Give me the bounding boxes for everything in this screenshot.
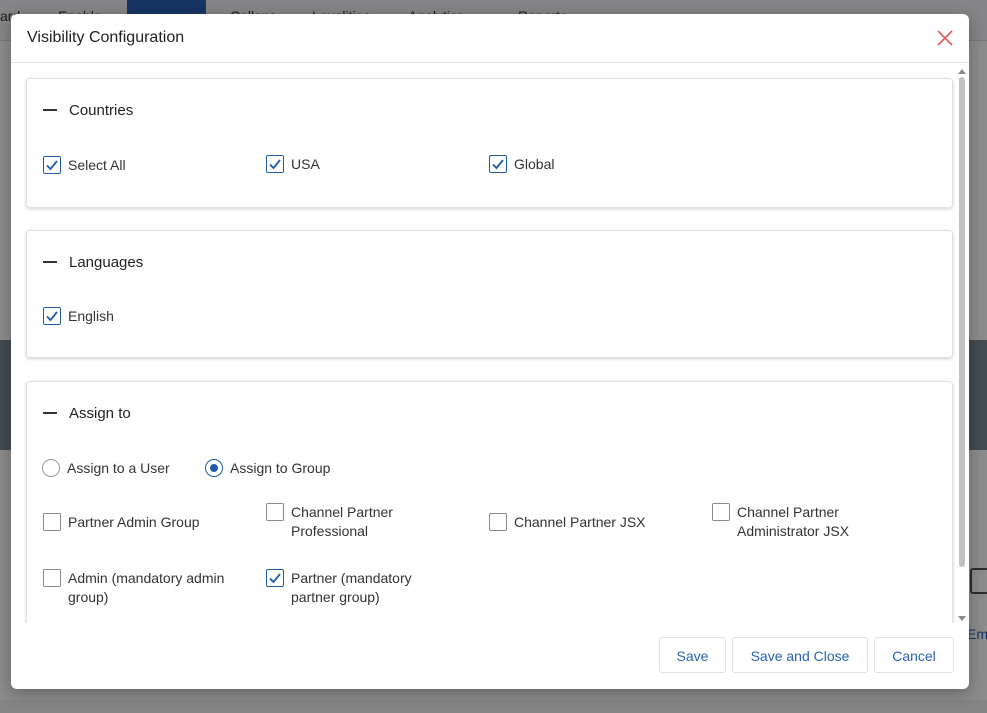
checkbox-checked-icon[interactable] bbox=[489, 155, 507, 173]
scroll-up-arrow-icon[interactable] bbox=[958, 69, 966, 74]
countries-panel: Countries Select All USA Global bbox=[26, 78, 953, 208]
checkbox-channel-partner-jsx[interactable]: Channel Partner JSX bbox=[489, 513, 646, 532]
checkbox-select-all[interactable]: Select All bbox=[43, 156, 126, 175]
checkbox-label: Select All bbox=[68, 157, 126, 173]
radio-assign-to-group[interactable]: Assign to Group bbox=[205, 459, 330, 477]
checkbox-checked-icon[interactable] bbox=[266, 155, 284, 173]
languages-panel: Languages English bbox=[26, 230, 953, 358]
checkbox-channel-partner-administrator-jsx[interactable]: Channel Partner Administrator JSX bbox=[712, 503, 912, 541]
collapse-icon[interactable] bbox=[43, 412, 57, 414]
checkbox-label: Channel Partner Professional bbox=[291, 504, 393, 539]
scroll-thumb[interactable] bbox=[959, 77, 965, 567]
checkbox-label: English bbox=[68, 308, 114, 324]
radio-icon[interactable] bbox=[42, 459, 60, 477]
assign-to-panel: Assign to Assign to a User Assign to Gro… bbox=[26, 381, 953, 623]
countries-title: Countries bbox=[69, 101, 134, 119]
collapse-icon[interactable] bbox=[43, 261, 57, 263]
checkbox-channel-partner-professional[interactable]: Channel Partner Professional bbox=[266, 503, 456, 541]
checkbox-global[interactable]: Global bbox=[489, 155, 554, 174]
dialog-header: Visibility Configuration bbox=[11, 14, 969, 63]
assign-to-header[interactable]: Assign to bbox=[43, 403, 131, 423]
dialog-title: Visibility Configuration bbox=[27, 29, 185, 46]
checkbox-unchecked-icon[interactable] bbox=[712, 503, 730, 521]
checkbox-admin-mandatory[interactable]: Admin (mandatory admin group) bbox=[43, 569, 243, 607]
checkbox-label: Admin (mandatory admin group) bbox=[68, 570, 225, 605]
dialog-body: Countries Select All USA Global Language… bbox=[11, 63, 969, 623]
radio-selected-icon[interactable] bbox=[205, 459, 223, 477]
checkbox-label: USA bbox=[291, 156, 320, 172]
dialog-footer: Save Save and Close Cancel bbox=[11, 623, 969, 689]
checkbox-label: Partner (mandatory partner group) bbox=[291, 570, 412, 605]
checkbox-unchecked-icon[interactable] bbox=[43, 513, 61, 531]
languages-header[interactable]: Languages bbox=[43, 252, 143, 272]
save-button[interactable]: Save bbox=[659, 637, 726, 673]
checkbox-english[interactable]: English bbox=[43, 307, 114, 326]
collapse-icon[interactable] bbox=[43, 109, 57, 111]
assign-to-title: Assign to bbox=[69, 404, 131, 422]
cancel-button[interactable]: Cancel bbox=[874, 637, 954, 673]
languages-title: Languages bbox=[69, 253, 144, 271]
checkbox-checked-icon[interactable] bbox=[43, 156, 61, 174]
checkbox-label: Channel Partner Administrator JSX bbox=[737, 504, 850, 539]
save-and-close-button[interactable]: Save and Close bbox=[732, 637, 868, 673]
radio-label: Assign to Group bbox=[230, 460, 331, 476]
checkbox-partner-mandatory[interactable]: Partner (mandatory partner group) bbox=[266, 569, 466, 607]
checkbox-unchecked-icon[interactable] bbox=[266, 503, 284, 521]
scroll-down-arrow-icon[interactable] bbox=[958, 616, 966, 621]
radio-assign-to-user[interactable]: Assign to a User bbox=[42, 459, 170, 477]
checkbox-unchecked-icon[interactable] bbox=[43, 569, 61, 587]
checkbox-unchecked-icon[interactable] bbox=[489, 513, 507, 531]
checkbox-label: Channel Partner JSX bbox=[514, 514, 646, 530]
countries-header[interactable]: Countries bbox=[43, 100, 133, 120]
checkbox-checked-icon[interactable] bbox=[43, 307, 61, 325]
close-icon[interactable] bbox=[935, 28, 955, 48]
checkbox-checked-icon[interactable] bbox=[266, 569, 284, 587]
checkbox-usa[interactable]: USA bbox=[266, 155, 320, 174]
checkbox-label: Global bbox=[514, 156, 555, 172]
radio-label: Assign to a User bbox=[67, 460, 170, 476]
checkbox-label: Partner Admin Group bbox=[68, 514, 200, 530]
dialog-scrollbar[interactable] bbox=[957, 69, 967, 621]
visibility-configuration-dialog: Visibility Configuration Countries Selec… bbox=[11, 14, 969, 689]
checkbox-partner-admin-group[interactable]: Partner Admin Group bbox=[43, 513, 200, 532]
